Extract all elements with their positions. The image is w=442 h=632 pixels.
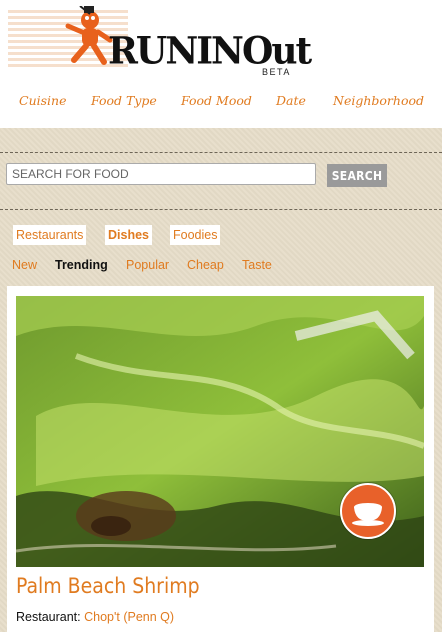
- restaurant-link[interactable]: Chop't (Penn Q): [84, 610, 174, 624]
- site-header: RUNINOut BETA Cuisine Food Type Food Moo…: [0, 0, 442, 128]
- dish-card: Palm Beach Shrimp Restaurant: Chop't (Pe…: [7, 286, 434, 632]
- filter-trending[interactable]: Trending: [55, 258, 108, 272]
- tab-dishes[interactable]: Dishes: [105, 225, 152, 245]
- main-nav: Cuisine Food Type Food Mood Date Neighbo…: [0, 93, 442, 109]
- filter-new[interactable]: New: [12, 258, 37, 272]
- tab-foodies[interactable]: Foodies: [170, 225, 221, 245]
- search-input[interactable]: [6, 163, 316, 185]
- filter-cheap[interactable]: Cheap: [187, 258, 224, 272]
- divider-bottom: [0, 209, 442, 210]
- search-button[interactable]: SEARCH: [327, 164, 387, 187]
- divider-top: [0, 152, 442, 153]
- nav-item-food-mood[interactable]: Food Mood: [181, 93, 252, 108]
- dish-title[interactable]: Palm Beach Shrimp: [16, 574, 200, 598]
- filter-taste[interactable]: Taste: [242, 258, 272, 272]
- nav-item-cuisine[interactable]: Cuisine: [19, 93, 66, 108]
- beta-label: BETA: [262, 67, 291, 77]
- tab-restaurants[interactable]: Restaurants: [13, 225, 87, 245]
- filter-popular[interactable]: Popular: [126, 258, 169, 272]
- cup-icon[interactable]: [340, 483, 396, 539]
- nav-item-food-type[interactable]: Food Type: [91, 93, 157, 108]
- nav-item-date[interactable]: Date: [276, 93, 306, 108]
- nav-item-neighborhood[interactable]: Neighborhood: [333, 93, 424, 108]
- restaurant-line: Restaurant: Chop't (Penn Q): [16, 610, 174, 624]
- restaurant-label: Restaurant:: [16, 610, 81, 624]
